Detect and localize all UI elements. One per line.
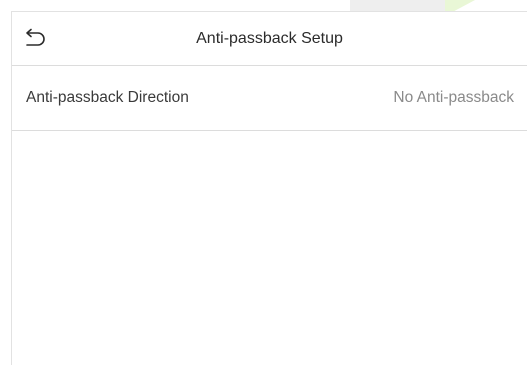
page-title: Anti-passback Setup [196,29,343,47]
header-bar: Anti-passback Setup [12,12,527,66]
device-screen: Anti-passback Setup Anti-passback Direct… [11,11,527,365]
setting-label: Anti-passback Direction [26,89,189,106]
page: Anti-passback Setup Anti-passback Direct… [0,0,527,365]
back-button[interactable] [20,25,48,51]
setting-row-anti-passback-direction[interactable]: Anti-passback Direction No Anti-passback [12,66,527,131]
setting-value: No Anti-passback [393,89,514,106]
back-arrow-icon [26,28,45,46]
